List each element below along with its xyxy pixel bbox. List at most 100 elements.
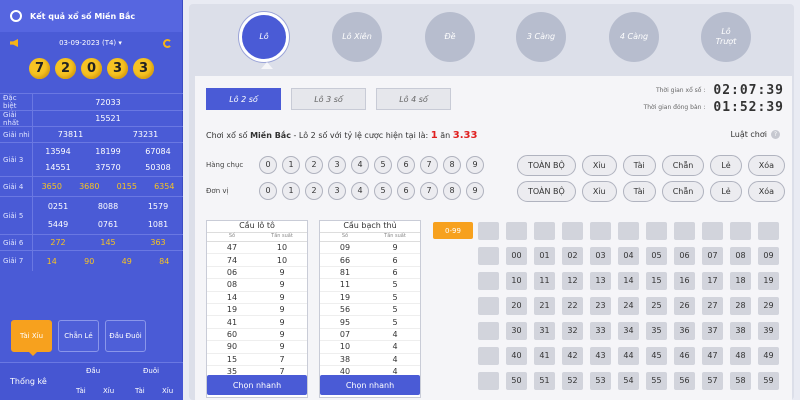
game-tab-4-cang[interactable]: 4 Càng xyxy=(609,12,659,62)
quick-option[interactable]: Tài xyxy=(622,181,656,202)
number-cell[interactable]: 43 xyxy=(590,347,611,365)
digit-3[interactable]: 3 xyxy=(328,182,346,200)
digit-6[interactable]: 6 xyxy=(397,182,415,200)
quick-option[interactable]: Chẵn xyxy=(661,155,705,176)
number-cell[interactable]: 08 xyxy=(730,247,751,265)
number-cell[interactable]: 16 xyxy=(674,272,695,290)
game-tab-de[interactable]: Đề xyxy=(425,12,475,62)
number-cell[interactable]: 03 xyxy=(590,247,611,265)
digit-2[interactable]: 2 xyxy=(305,182,323,200)
quick-pick-button[interactable]: Chọn nhanh xyxy=(207,375,307,395)
digit-3[interactable]: 3 xyxy=(328,156,346,174)
digit-2[interactable]: 2 xyxy=(305,156,323,174)
quick-option[interactable]: Chẵn xyxy=(661,181,705,202)
digit-5[interactable]: 5 xyxy=(374,182,392,200)
number-cell[interactable]: 41 xyxy=(534,347,555,365)
number-cell[interactable]: 48 xyxy=(730,347,751,365)
number-cell[interactable]: 25 xyxy=(646,297,667,315)
number-cell[interactable]: 39 xyxy=(758,322,779,340)
digit-4[interactable]: 4 xyxy=(351,156,369,174)
tab-dau-duoi[interactable]: Đầu Đuôi xyxy=(105,320,146,352)
range-button[interactable]: 0-99 xyxy=(433,222,473,239)
digit-0[interactable]: 0 xyxy=(259,156,277,174)
number-cell[interactable]: 00 xyxy=(506,247,527,265)
number-cell[interactable]: 23 xyxy=(590,297,611,315)
number-cell[interactable]: 27 xyxy=(702,297,723,315)
number-cell[interactable]: 20 xyxy=(506,297,527,315)
number-cell[interactable]: 54 xyxy=(618,372,639,390)
number-cell[interactable]: 14 xyxy=(618,272,639,290)
digit-9[interactable]: 9 xyxy=(466,156,484,174)
number-cell[interactable]: 46 xyxy=(674,347,695,365)
digit-9[interactable]: 9 xyxy=(466,182,484,200)
number-cell[interactable]: 38 xyxy=(730,322,751,340)
quick-option[interactable]: TOÀN BỘ xyxy=(517,181,576,202)
tab-tai-xiu[interactable]: Tài Xỉu xyxy=(11,320,52,356)
number-cell[interactable]: 15 xyxy=(646,272,667,290)
number-cell[interactable]: 32 xyxy=(562,322,583,340)
quick-option[interactable]: Lẻ xyxy=(710,155,742,176)
number-cell[interactable]: 10 xyxy=(506,272,527,290)
number-cell[interactable]: 53 xyxy=(590,372,611,390)
number-cell[interactable]: 55 xyxy=(646,372,667,390)
number-cell[interactable]: 35 xyxy=(646,322,667,340)
number-cell[interactable]: 04 xyxy=(618,247,639,265)
game-tab-3-cang[interactable]: 3 Càng xyxy=(516,12,566,62)
number-cell[interactable]: 28 xyxy=(730,297,751,315)
number-cell[interactable]: 22 xyxy=(562,297,583,315)
number-cell[interactable]: 34 xyxy=(618,322,639,340)
number-cell[interactable]: 44 xyxy=(618,347,639,365)
number-cell[interactable]: 05 xyxy=(646,247,667,265)
number-cell[interactable]: 51 xyxy=(534,372,555,390)
number-cell[interactable]: 33 xyxy=(590,322,611,340)
number-cell[interactable]: 49 xyxy=(758,347,779,365)
number-cell[interactable]: 07 xyxy=(702,247,723,265)
quick-option[interactable]: Xỉu xyxy=(581,181,617,202)
digit-6[interactable]: 6 xyxy=(397,156,415,174)
number-cell[interactable]: 09 xyxy=(758,247,779,265)
quick-option[interactable]: Xỉu xyxy=(581,155,617,176)
digit-8[interactable]: 8 xyxy=(443,156,461,174)
quick-option[interactable]: Xóa xyxy=(747,155,785,176)
number-cell[interactable]: 42 xyxy=(562,347,583,365)
game-tab-lo[interactable]: Lô xyxy=(239,12,289,69)
game-tab-lo-truot[interactable]: Lô Trượt xyxy=(701,12,751,62)
digit-1[interactable]: 1 xyxy=(282,156,300,174)
quick-pick-button[interactable]: Chọn nhanh xyxy=(320,375,420,395)
number-cell[interactable]: 29 xyxy=(758,297,779,315)
number-cell[interactable]: 19 xyxy=(758,272,779,290)
quick-option[interactable]: Lẻ xyxy=(710,181,742,202)
number-cell[interactable]: 13 xyxy=(590,272,611,290)
number-cell[interactable]: 17 xyxy=(702,272,723,290)
number-cell[interactable]: 11 xyxy=(534,272,555,290)
quick-option[interactable]: TOÀN BỘ xyxy=(517,155,576,176)
digit-7[interactable]: 7 xyxy=(420,156,438,174)
number-cell[interactable]: 56 xyxy=(674,372,695,390)
speaker-icon[interactable] xyxy=(10,39,18,47)
date-select[interactable]: 03-09-2023 (T4) ▾ xyxy=(59,39,122,47)
subtab-lo-2-so[interactable]: Lô 2 số xyxy=(206,88,281,110)
quick-option[interactable]: Xóa xyxy=(747,181,785,202)
number-cell[interactable]: 36 xyxy=(674,322,695,340)
number-cell[interactable]: 57 xyxy=(702,372,723,390)
game-tab-lo-xien[interactable]: Lô Xiên xyxy=(332,12,382,62)
number-cell[interactable]: 40 xyxy=(506,347,527,365)
number-cell[interactable]: 26 xyxy=(674,297,695,315)
number-cell[interactable]: 50 xyxy=(506,372,527,390)
number-cell[interactable]: 06 xyxy=(674,247,695,265)
digit-8[interactable]: 8 xyxy=(443,182,461,200)
digit-4[interactable]: 4 xyxy=(351,182,369,200)
subtab-lo-3-so[interactable]: Lô 3 số xyxy=(291,88,366,110)
digit-0[interactable]: 0 xyxy=(259,182,277,200)
number-cell[interactable]: 52 xyxy=(562,372,583,390)
rules-link[interactable]: Luật chơi ? xyxy=(730,130,780,139)
tab-chan-le[interactable]: Chẵn Lẻ xyxy=(58,320,99,352)
digit-7[interactable]: 7 xyxy=(420,182,438,200)
number-cell[interactable]: 02 xyxy=(562,247,583,265)
refresh-icon[interactable] xyxy=(162,38,172,48)
digit-5[interactable]: 5 xyxy=(374,156,392,174)
number-cell[interactable]: 58 xyxy=(730,372,751,390)
number-cell[interactable]: 12 xyxy=(562,272,583,290)
number-cell[interactable]: 24 xyxy=(618,297,639,315)
number-cell[interactable]: 31 xyxy=(534,322,555,340)
